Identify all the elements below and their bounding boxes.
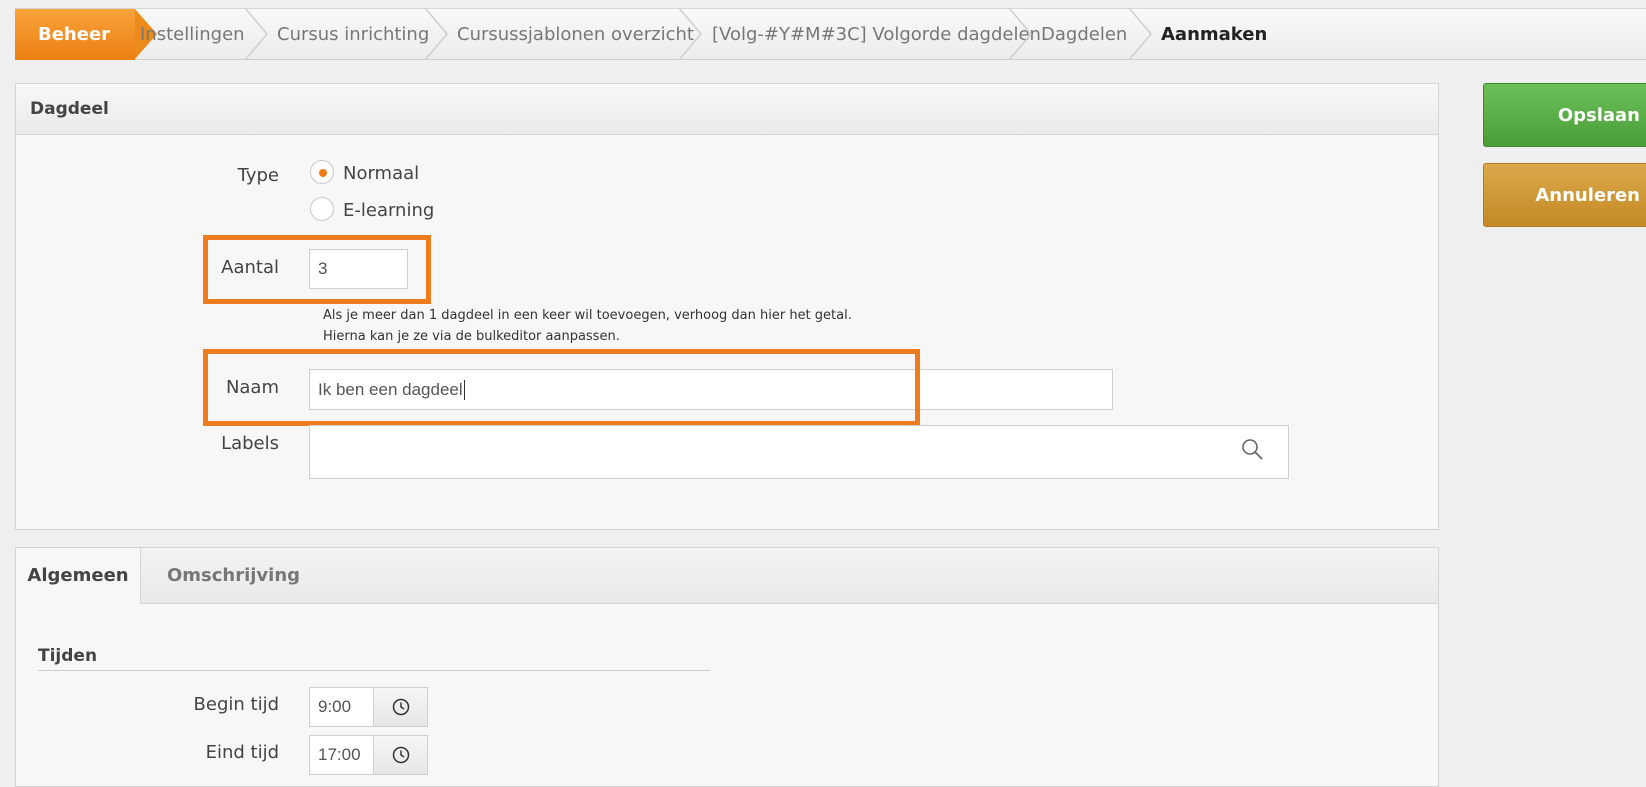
aantal-hint-line1: Als je meer dan 1 dagdeel in een keer wi… xyxy=(323,308,852,323)
section-divider xyxy=(38,670,710,671)
breadcrumb-item-instellingen[interactable]: Instellingen xyxy=(140,9,245,60)
breadcrumb-item-beheer[interactable]: Beheer xyxy=(15,9,135,60)
aantal-input[interactable]: 3 xyxy=(309,249,408,289)
type-radio-elearning[interactable] xyxy=(310,197,334,221)
section-title-tijden: Tijden xyxy=(38,646,98,666)
end-time-picker-button[interactable] xyxy=(373,735,428,775)
begin-time-picker-button[interactable] xyxy=(373,687,428,727)
end-time-input[interactable]: 17:00 xyxy=(309,735,374,775)
breadcrumb-item-label[interactable]: Beheer xyxy=(38,9,110,60)
labels-input[interactable] xyxy=(309,425,1289,479)
breadcrumb: Beheer Instellingen Cursus inrichting Cu… xyxy=(15,8,1646,60)
begin-time-label: Begin tijd xyxy=(193,694,279,715)
type-radio-normaal[interactable] xyxy=(310,160,334,184)
labels-label: Labels xyxy=(221,433,279,454)
naam-highlight xyxy=(203,349,920,426)
type-label: Type xyxy=(237,165,279,186)
tab-omschrijving[interactable]: Omschrijving xyxy=(141,548,326,603)
breadcrumb-item-aanmaken: Aanmaken xyxy=(1161,24,1268,45)
tab-algemeen[interactable]: Algemeen xyxy=(16,548,141,604)
breadcrumb-separator-icon xyxy=(678,8,702,60)
breadcrumb-separator-icon xyxy=(424,8,448,60)
breadcrumb-item-dagdelen[interactable]: Dagdelen xyxy=(1041,9,1127,60)
end-time-value: 17:00 xyxy=(318,745,361,764)
type-option-normaal[interactable]: Normaal xyxy=(343,163,419,184)
begin-time-input[interactable]: 9:00 xyxy=(309,687,374,727)
cancel-button[interactable]: Annuleren xyxy=(1483,163,1646,227)
begin-time-value: 9:00 xyxy=(318,697,352,716)
type-option-elearning[interactable]: E-learning xyxy=(343,200,434,221)
breadcrumb-separator-icon xyxy=(1008,8,1032,60)
breadcrumb-item-cursus-inrichting[interactable]: Cursus inrichting xyxy=(277,9,429,60)
naam-label: Naam xyxy=(225,377,279,398)
save-button[interactable]: Opslaan xyxy=(1483,83,1646,147)
aantal-label: Aantal xyxy=(221,257,279,278)
breadcrumb-separator-icon xyxy=(1128,8,1152,60)
aantal-hint-line2: Hierna kan je ze via de bulkeditor aanpa… xyxy=(323,329,620,344)
aantal-value: 3 xyxy=(318,259,328,278)
search-icon[interactable] xyxy=(1240,437,1264,461)
end-time-label: Eind tijd xyxy=(205,742,279,763)
breadcrumb-separator-icon xyxy=(244,8,268,60)
clock-icon xyxy=(392,698,409,716)
breadcrumb-item-volgorde-dagdelen[interactable]: [Volg-#Y#M#3C] Volgorde dagdelen xyxy=(712,9,1041,60)
tab-bar: Algemeen Omschrijving xyxy=(16,548,1438,604)
breadcrumb-item-cursussjablonen[interactable]: Cursussjablonen overzicht xyxy=(457,9,694,60)
panel-title: Dagdeel xyxy=(16,84,1438,135)
clock-icon xyxy=(392,746,409,764)
